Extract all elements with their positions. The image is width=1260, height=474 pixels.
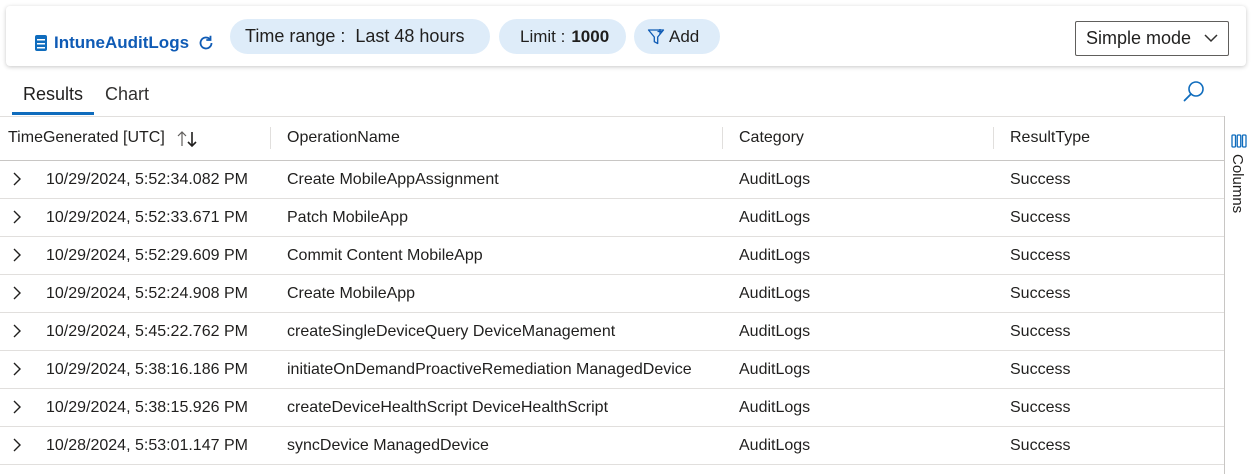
cell-result: Success [1010, 323, 1071, 340]
table-row[interactable]: 10/29/2024, 5:38:16.186 PM initiateOnDem… [0, 351, 1224, 389]
column-divider[interactable] [722, 127, 723, 149]
cell-time: 10/29/2024, 5:52:29.609 PM [46, 247, 248, 264]
columns-label: Columns [1229, 154, 1246, 214]
chevron-right-icon[interactable] [10, 400, 24, 414]
cell-category: AuditLogs [739, 323, 811, 340]
table-name-label[interactable]: IntuneAuditLogs [54, 33, 189, 53]
column-header-resulttype[interactable]: ResultType [1010, 129, 1090, 147]
columns-icon [1231, 134, 1247, 148]
chevron-right-icon[interactable] [10, 438, 24, 452]
table-row[interactable]: 10/29/2024, 5:52:29.609 PM Commit Conten… [0, 237, 1224, 275]
tab-results[interactable]: Results [12, 82, 95, 115]
chevron-right-icon[interactable] [10, 362, 24, 376]
cell-time: 10/29/2024, 5:52:33.671 PM [46, 209, 248, 226]
table-row[interactable]: 10/29/2024, 5:52:24.908 PM Create Mobile… [0, 275, 1224, 313]
database-icon [35, 35, 47, 51]
cell-category: AuditLogs [739, 285, 811, 302]
table-name-link[interactable]: IntuneAuditLogs [34, 30, 215, 56]
cell-operation: createDeviceHealthScript DeviceHealthScr… [287, 399, 609, 416]
cell-time: 10/29/2024, 5:38:16.186 PM [46, 361, 248, 378]
time-range-value: Last 48 hours [355, 26, 465, 46]
time-range-label: Time range : [245, 26, 346, 46]
cell-operation: Patch MobileApp [287, 209, 408, 226]
chevron-right-icon[interactable] [10, 324, 24, 338]
mode-dropdown[interactable]: Simple mode [1075, 21, 1229, 56]
limit-label: Limit : [520, 26, 566, 46]
result-tabs: Results Chart [12, 82, 160, 116]
query-toolbar: IntuneAuditLogs Time range : Last 48 hou… [6, 6, 1246, 66]
limit-pill[interactable]: Limit : 1000 [499, 19, 626, 54]
tab-chart-label: Chart [105, 84, 150, 104]
cell-category: AuditLogs [739, 361, 811, 378]
cell-operation: Create MobileAppAssignment [287, 171, 499, 188]
cell-category: AuditLogs [739, 209, 811, 226]
search-icon[interactable] [1182, 80, 1206, 104]
cell-result: Success [1010, 437, 1071, 454]
cell-category: AuditLogs [739, 437, 811, 454]
cell-result: Success [1010, 399, 1071, 416]
chevron-right-icon[interactable] [10, 248, 24, 262]
chevron-right-icon[interactable] [10, 286, 24, 300]
mode-value: Simple mode [1086, 28, 1192, 48]
tab-chart[interactable]: Chart [94, 82, 160, 114]
cell-category: AuditLogs [739, 171, 811, 188]
cell-result: Success [1010, 247, 1071, 264]
chevron-right-icon[interactable] [10, 210, 24, 224]
column-divider[interactable] [993, 127, 994, 149]
cell-result: Success [1010, 361, 1071, 378]
table-row[interactable]: 10/29/2024, 5:52:34.082 PM Create Mobile… [0, 161, 1224, 199]
cell-time: 10/29/2024, 5:45:22.762 PM [46, 323, 248, 340]
add-filter-label: Add [669, 26, 700, 46]
cell-operation: syncDevice ManagedDevice [287, 437, 489, 454]
cell-time: 10/29/2024, 5:38:15.926 PM [46, 399, 248, 416]
cell-result: Success [1010, 209, 1071, 226]
table-row[interactable]: 10/29/2024, 5:52:33.671 PM Patch MobileA… [0, 199, 1224, 237]
cell-time: 10/29/2024, 5:52:34.082 PM [46, 171, 248, 188]
limit-value: 1000 [571, 26, 610, 46]
funnel-icon [647, 28, 665, 44]
add-filter-button[interactable]: Add [634, 19, 720, 54]
table-row[interactable]: 10/29/2024, 5:45:22.762 PM createSingleD… [0, 313, 1224, 351]
refresh-icon[interactable] [197, 34, 215, 52]
cell-operation: createSingleDeviceQuery DeviceManagement [287, 323, 616, 340]
cell-time: 10/28/2024, 5:53:01.147 PM [46, 437, 248, 454]
results-table: TimeGenerated [UTC] OperationName Catego… [0, 116, 1224, 474]
table-header: TimeGenerated [UTC] OperationName Catego… [0, 117, 1224, 161]
cell-category: AuditLogs [739, 247, 811, 264]
cell-result: Success [1010, 171, 1071, 188]
cell-result: Success [1010, 285, 1071, 302]
column-header-operationname[interactable]: OperationName [287, 129, 400, 147]
columns-panel-toggle[interactable]: Columns [1224, 116, 1260, 474]
chevron-down-icon [1204, 34, 1218, 43]
cell-category: AuditLogs [739, 399, 811, 416]
tab-results-label: Results [23, 84, 84, 104]
cell-operation: initiateOnDemandProactiveRemediation Man… [287, 361, 692, 378]
column-divider[interactable] [270, 127, 271, 149]
column-header-timegenerated[interactable]: TimeGenerated [UTC] [8, 129, 165, 147]
sort-icon[interactable] [176, 130, 200, 148]
table-row[interactable]: 10/28/2024, 5:53:01.147 PM syncDevice Ma… [0, 427, 1224, 465]
cell-time: 10/29/2024, 5:52:24.908 PM [46, 285, 248, 302]
chevron-right-icon[interactable] [10, 172, 24, 186]
table-row[interactable]: 10/29/2024, 5:38:15.926 PM createDeviceH… [0, 389, 1224, 427]
cell-operation: Create MobileApp [287, 285, 416, 302]
time-range-pill[interactable]: Time range : Last 48 hours [230, 19, 490, 54]
cell-operation: Commit Content MobileApp [287, 247, 483, 264]
column-header-category[interactable]: Category [739, 129, 804, 147]
